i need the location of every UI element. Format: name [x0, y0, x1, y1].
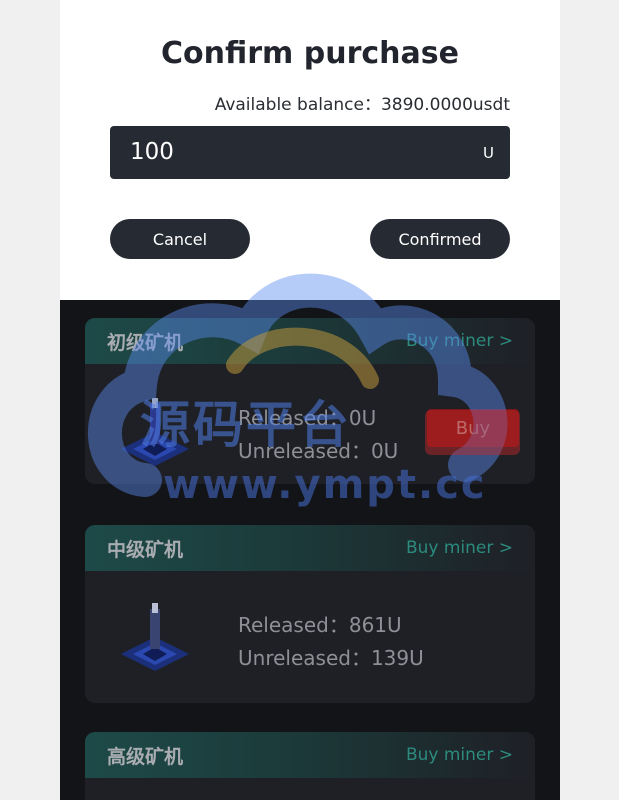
card-title: 初级矿机	[107, 331, 184, 354]
card-header: 高级矿机 Buy miner >	[85, 732, 535, 778]
purchase-modal: Confirm purchase Available balance：3890.…	[60, 0, 560, 300]
balance-value: 3890.0000usdt	[380, 95, 510, 115]
balance-label: Available balance：	[214, 95, 381, 115]
released-stat: Released：0U	[238, 406, 377, 430]
confirm-button[interactable]: Confirmed	[370, 219, 510, 259]
miner-card-medium: 中级矿机 Buy miner > Released：861U Unrelease…	[85, 525, 535, 703]
miner-icon	[121, 603, 189, 671]
unreleased-stat: Unreleased：0U	[238, 439, 399, 463]
buy-miner-link[interactable]: Buy miner >	[406, 331, 513, 351]
miner-card-advanced: 高级矿机 Buy miner >	[85, 732, 535, 800]
card-title: 中级矿机	[107, 538, 184, 561]
card-body: Released：0U Unreleased：0U Buy	[85, 364, 535, 484]
modal-title: Confirm purchase	[161, 36, 459, 71]
amount-unit: U	[483, 144, 494, 162]
released-stat: Released：861U	[238, 613, 402, 637]
cancel-button[interactable]: Cancel	[110, 219, 250, 259]
card-body: Released：861U Unreleased：139U	[85, 571, 535, 691]
buy-miner-link[interactable]: Buy miner >	[406, 538, 513, 558]
amount-input[interactable]: 100 U	[110, 126, 510, 179]
phone-frame: 初级矿机 Buy miner > Released：0U Unreleased：…	[60, 0, 560, 800]
amount-value[interactable]: 100	[130, 139, 174, 165]
card-header: 初级矿机 Buy miner >	[85, 318, 535, 364]
unreleased-stat: Unreleased：139U	[238, 646, 424, 670]
card-title: 高级矿机	[107, 745, 184, 768]
available-balance: Available balance：3890.0000usdt	[215, 90, 510, 115]
miner-icon	[121, 398, 189, 466]
miner-card-basic: 初级矿机 Buy miner > Released：0U Unreleased：…	[85, 318, 535, 484]
buy-miner-link[interactable]: Buy miner >	[406, 745, 513, 765]
buy-button[interactable]: Buy	[427, 409, 519, 447]
card-header: 中级矿机 Buy miner >	[85, 525, 535, 571]
